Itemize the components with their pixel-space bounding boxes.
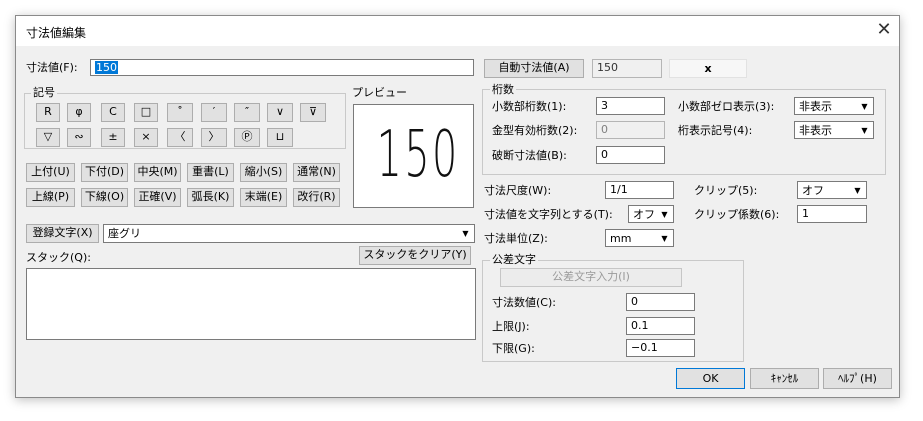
upper-limit-input[interactable]: 0.1 [626,317,695,335]
dim-unit-value: mm [610,232,632,245]
help-button[interactable]: ﾍﾙﾌﾟ(H) [823,368,892,389]
dim-scale-input[interactable]: 1/1 [605,181,674,199]
tol-value-input[interactable]: 0 [626,293,695,311]
symbol-counterbore-button[interactable]: ⊔ [267,128,293,147]
tolerance-group-title: 公差文字 [490,253,538,267]
exact-button[interactable]: 正確(V) [134,188,181,207]
decimal-digits-label: 小数部桁数(1): [492,100,567,113]
newline-button[interactable]: 改行(R) [293,188,340,207]
digit-symbol-label: 桁表示記号(4): [678,124,753,137]
clip-combo[interactable]: オフ ▼ [797,181,867,199]
symbol-plusminus-button[interactable]: ± [101,128,125,147]
as-string-combo[interactable]: オフ ▼ [628,205,674,223]
symbols-group-title: 記号 [31,86,57,100]
tol-value-label: 寸法数値(C): [492,296,556,309]
symbol-chamfer-button[interactable]: C [101,103,125,122]
tolerance-input-button: 公差文字入力(I) [500,268,682,287]
window-title: 寸法値編集 [26,26,87,40]
preview-text: 150 [376,118,460,192]
registered-text-combo[interactable]: 座グリ ▼ [103,224,475,243]
lower-limit-label: 下限(G): [492,342,535,355]
digit-symbol-combo[interactable]: 非表示 ▼ [794,121,874,139]
chevron-down-icon: ▼ [656,231,672,246]
as-string-value: オフ [633,208,655,221]
break-dim-input[interactable]: 0 [596,146,665,164]
symbol-second-button[interactable]: ″ [234,103,260,122]
symbol-countersink-button[interactable]: ∨ [267,103,293,122]
symbol-wave-button[interactable]: ∾ [67,128,91,147]
preview-title: プレビュー [352,86,407,99]
clip-label: クリップ(5): [694,184,758,197]
chevron-down-icon: ▼ [856,123,872,138]
registered-text-button[interactable]: 登録文字(X) [26,224,99,243]
mold-digits-label: 金型有効桁数(2): [492,124,578,137]
decimal-zero-combo[interactable]: 非表示 ▼ [794,97,874,115]
shrink-button[interactable]: 縮小(S) [240,163,287,182]
decimal-zero-label: 小数部ゼロ表示(3): [678,100,775,113]
center-button[interactable]: 中央(M) [134,163,181,182]
overwrite-button[interactable]: 重書(L) [187,163,234,182]
normal-button[interactable]: 通常(N) [293,163,340,182]
subscript-button[interactable]: 下付(D) [81,163,128,182]
clip-coef-label: クリップ係数(6): [694,208,780,221]
dim-value-text: 150 [95,61,118,74]
auto-dim-value: 150 [592,59,662,78]
cancel-button[interactable]: ｷｬﾝｾﾙ [750,368,819,389]
symbol-depth-button[interactable]: ⊽ [300,103,326,122]
overline-button[interactable]: 上線(P) [26,188,75,207]
ok-button[interactable]: OK [676,368,745,389]
auto-dim-button[interactable]: 自動寸法値(A) [484,59,584,78]
symbol-radius-button[interactable]: R [36,103,60,122]
decimal-zero-value: 非表示 [799,100,832,113]
dimension-edit-dialog: 寸法値編集 ✕ 寸法値(F): 150 自動寸法値(A) 150 x 記号 R … [15,15,900,398]
symbol-minute-button[interactable]: ′ [201,103,227,122]
title-bar: 寸法値編集 ✕ [16,16,899,46]
chevron-down-icon: ▼ [656,207,672,222]
superscript-button[interactable]: 上付(U) [26,163,75,182]
symbol-right-angle-button[interactable]: 〉 [201,128,227,147]
symbol-times-button[interactable]: × [134,128,158,147]
chevron-down-icon: ▼ [849,183,865,198]
mold-digits-input: 0 [596,121,665,139]
chevron-down-icon: ▼ [856,99,872,114]
dim-value-label: 寸法値(F): [26,61,78,74]
chevron-down-icon: ▼ [457,226,473,241]
symbol-diameter-button[interactable]: φ [67,103,91,122]
preview-box: 150 [353,104,474,208]
stack-label: スタック(Q): [26,251,91,264]
digit-symbol-value: 非表示 [799,124,832,137]
break-dim-label: 破断寸法値(B): [492,149,567,162]
dim-scale-label: 寸法尺度(W): [484,184,552,197]
close-icon[interactable]: ✕ [872,19,896,43]
x-button[interactable]: x [669,59,747,78]
symbol-left-angle-button[interactable]: 〈 [167,128,193,147]
symbol-circle-p-button[interactable]: Ⓟ [234,128,260,147]
symbol-degree-button[interactable]: ˚ [167,103,193,122]
clear-stack-button[interactable]: スタックをクリア(Y) [359,246,471,265]
symbol-square-button[interactable]: □ [134,103,158,122]
digits-group-title: 桁数 [490,83,516,97]
decimal-digits-input[interactable]: 3 [596,97,665,115]
clip-value: オフ [802,184,824,197]
upper-limit-label: 上限(J): [492,320,530,333]
arc-length-button[interactable]: 弧長(K) [187,188,234,207]
underline-button[interactable]: 下線(O) [81,188,128,207]
clip-coef-input[interactable]: 1 [797,205,867,223]
dim-unit-label: 寸法単位(Z): [484,232,548,245]
as-string-label: 寸法値を文字列とする(T): [484,208,613,221]
dim-unit-combo[interactable]: mm ▼ [605,229,674,247]
dim-value-input[interactable]: 150 [90,59,474,76]
stack-list[interactable] [26,268,476,340]
registered-text-value: 座グリ [108,227,141,240]
end-button[interactable]: 末端(E) [240,188,287,207]
symbol-triangle-button[interactable]: ▽ [36,128,60,147]
lower-limit-input[interactable]: −0.1 [626,339,695,357]
